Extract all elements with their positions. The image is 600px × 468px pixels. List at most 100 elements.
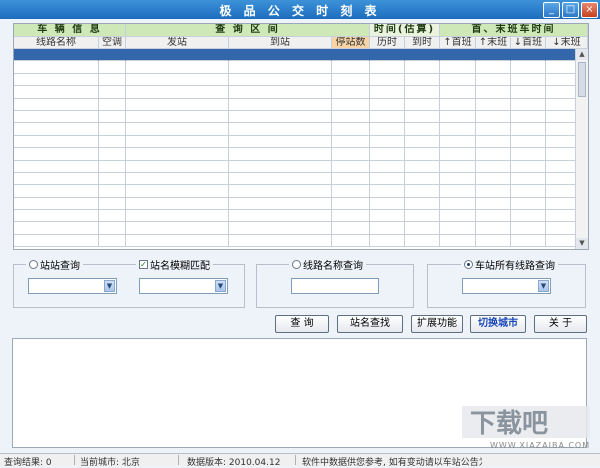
table-cell[interactable] [14,110,99,124]
line-name-input[interactable] [291,278,379,294]
table-cell[interactable] [126,160,229,173]
close-button[interactable]: × [581,2,598,18]
table-cell[interactable] [476,123,511,136]
table-cell[interactable] [332,73,370,87]
table-cell[interactable] [476,110,511,124]
table-cell[interactable] [99,73,126,87]
table-cell[interactable] [14,86,99,99]
table-cell[interactable] [511,110,546,124]
table-cell[interactable] [511,185,546,198]
all-lines-option[interactable]: 车站所有线路查询 [461,257,558,272]
table-cell[interactable] [14,222,99,235]
table-cell[interactable] [476,135,511,149]
table-cell[interactable] [440,123,476,136]
table-cell[interactable] [229,172,332,186]
table-row[interactable] [14,160,588,173]
station-combo[interactable]: ▼ [462,278,551,294]
table-cell[interactable] [126,98,229,111]
table-cell[interactable] [440,185,476,198]
table-cell[interactable] [370,185,405,198]
fuzzy-match-checkbox-icon[interactable]: ✓ [139,260,148,269]
chevron-down-icon[interactable]: ▼ [104,280,115,292]
col-up-first[interactable]: ↑首班 [440,37,476,49]
table-cell[interactable] [99,160,126,173]
table-cell[interactable] [332,234,370,248]
station-query-radio-icon[interactable] [29,260,38,269]
table-cell[interactable] [126,172,229,186]
table-cell[interactable] [370,110,405,124]
table-cell[interactable] [229,234,332,248]
table-cell[interactable] [511,160,546,173]
table-cell[interactable] [511,86,546,99]
table-cell[interactable] [14,148,99,161]
table-cell[interactable] [332,110,370,124]
scroll-down-icon[interactable]: ▼ [576,238,588,249]
table-cell[interactable] [440,172,476,186]
table-cell[interactable] [405,148,440,161]
table-cell[interactable] [126,210,229,223]
table-cell[interactable] [99,61,126,74]
table-cell[interactable] [511,148,546,161]
table-cell[interactable] [476,197,511,211]
table-cell[interactable] [99,123,126,136]
grid-body[interactable] [14,49,588,248]
col-line-name[interactable]: 线路名称 [14,37,99,49]
table-cell[interactable] [126,222,229,235]
table-cell[interactable] [99,148,126,161]
table-cell[interactable] [229,148,332,161]
table-cell[interactable] [440,197,476,211]
table-cell[interactable] [405,110,440,124]
table-cell[interactable] [14,135,99,149]
table-row[interactable] [14,98,588,111]
table-row[interactable] [14,172,588,186]
table-cell[interactable] [405,49,440,62]
table-row[interactable] [14,148,588,161]
table-cell[interactable] [99,86,126,99]
all-lines-radio-icon[interactable] [464,260,473,269]
table-cell[interactable] [99,135,126,149]
table-cell[interactable] [126,86,229,99]
table-cell[interactable] [126,123,229,136]
table-cell[interactable] [126,148,229,161]
table-cell[interactable] [14,98,99,111]
col-from-station[interactable]: 发站 [126,37,229,49]
table-cell[interactable] [99,234,126,248]
scroll-up-icon[interactable]: ▲ [576,49,588,60]
table-cell[interactable] [476,160,511,173]
col-to-station[interactable]: 到站 [229,37,332,49]
table-row[interactable] [14,135,588,149]
table-cell[interactable] [14,185,99,198]
table-cell[interactable] [99,98,126,111]
table-cell[interactable] [229,73,332,87]
table-row[interactable] [14,185,588,198]
table-row[interactable] [14,123,588,136]
table-cell[interactable] [332,123,370,136]
timetable-grid[interactable]: 车 辆 信 息 查 询 区 间 时间(估算) 首、末班车时间 线路名称 空调 发… [13,23,589,250]
table-cell[interactable] [126,61,229,74]
table-cell[interactable] [14,234,99,248]
table-cell[interactable] [440,222,476,235]
table-cell[interactable] [99,172,126,186]
table-cell[interactable] [511,210,546,223]
table-cell[interactable] [332,185,370,198]
extensions-button[interactable]: 扩展功能 [411,315,463,333]
table-cell[interactable] [332,222,370,235]
table-cell[interactable] [405,73,440,87]
table-cell[interactable] [370,148,405,161]
from-station-combo[interactable]: ▼ [28,278,117,294]
table-cell[interactable] [440,135,476,149]
table-cell[interactable] [440,110,476,124]
table-row[interactable] [14,197,588,211]
table-cell[interactable] [14,160,99,173]
table-cell[interactable] [14,197,99,211]
table-cell[interactable] [476,73,511,87]
table-cell[interactable] [405,86,440,99]
to-station-combo[interactable]: ▼ [139,278,228,294]
table-cell[interactable] [229,110,332,124]
table-cell[interactable] [405,185,440,198]
table-cell[interactable] [511,197,546,211]
table-cell[interactable] [229,222,332,235]
table-cell[interactable] [332,210,370,223]
table-cell[interactable] [405,160,440,173]
maximize-button[interactable]: □ [562,2,579,18]
